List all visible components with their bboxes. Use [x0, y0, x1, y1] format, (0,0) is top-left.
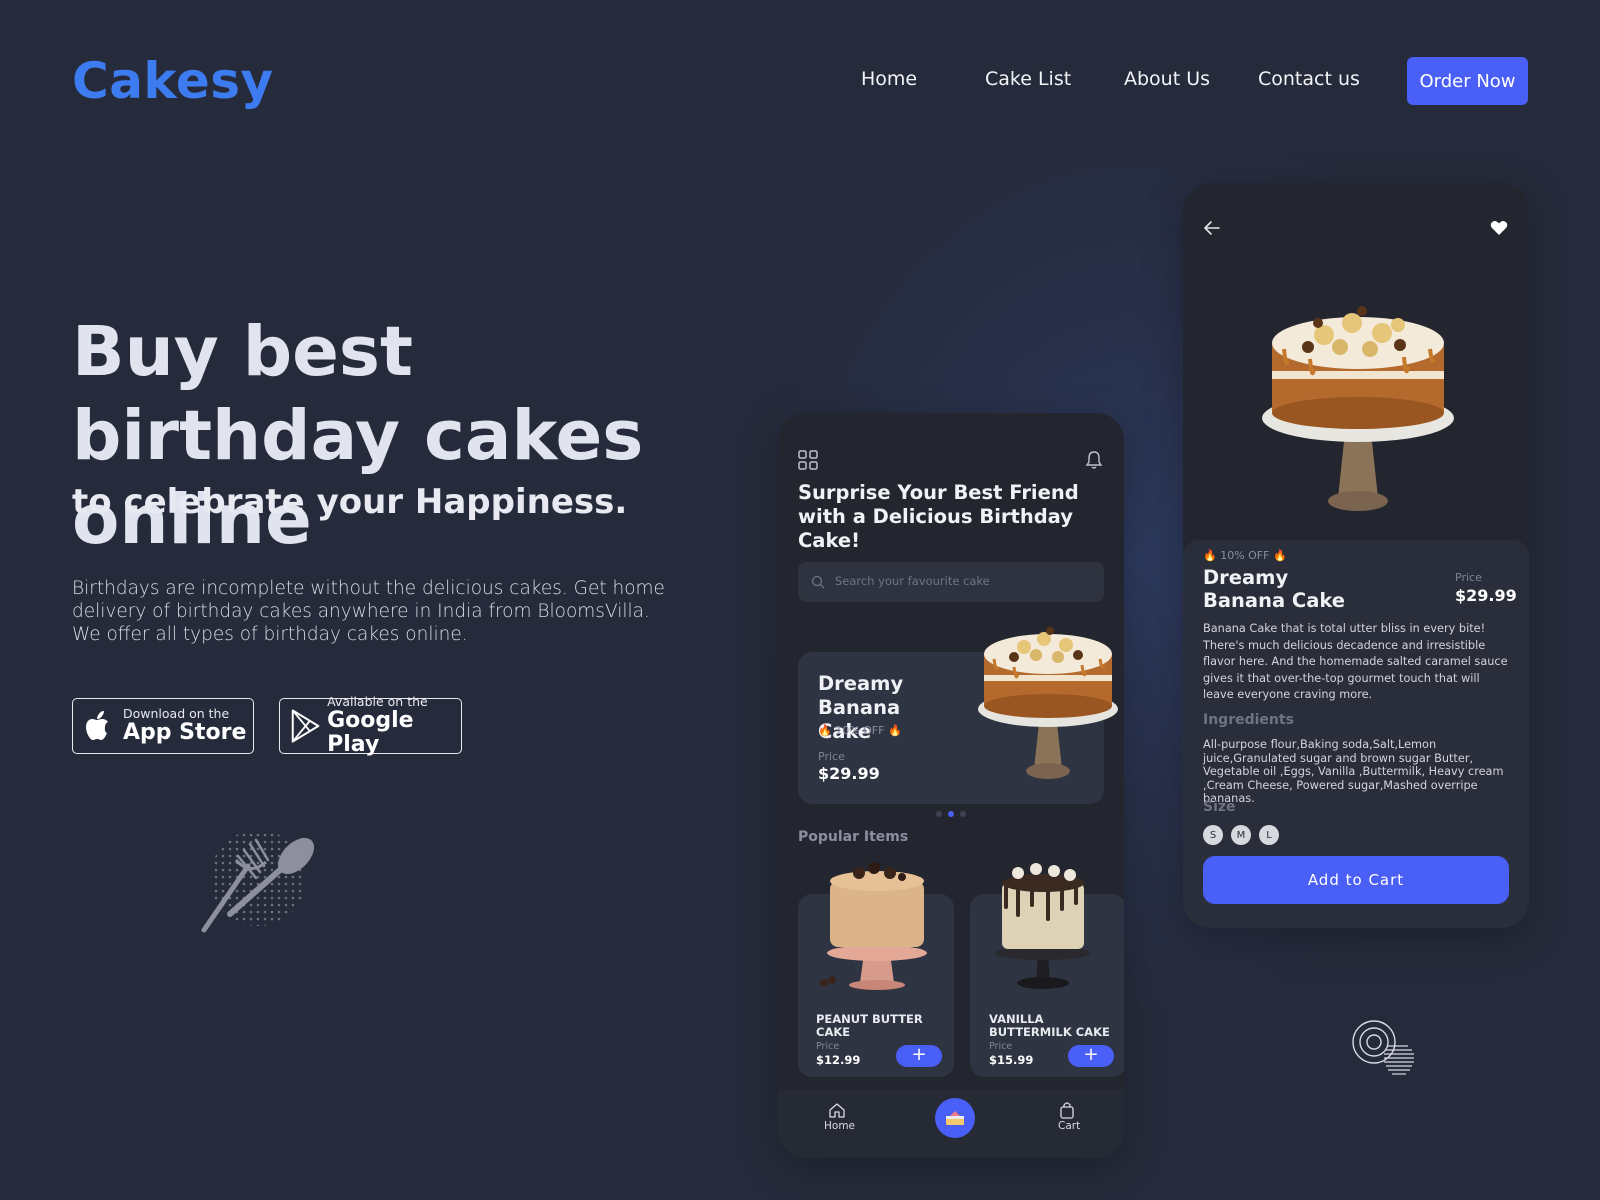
banana-cake-hero-image — [1262, 306, 1454, 511]
detail-description: Banana Cake that is total utter bliss in… — [1203, 622, 1508, 701]
detail-discount: 10% OFF — [1220, 549, 1270, 562]
google-play-small: Available on the — [327, 694, 428, 709]
google-play-big: Google Play — [327, 708, 414, 757]
featured-price-label: Price — [818, 750, 845, 763]
detail-price-label: Price — [1455, 571, 1482, 584]
app-store-small: Download on the — [123, 706, 230, 721]
cake-tab-button[interactable] — [935, 1098, 975, 1138]
decorative-rings-icon — [1352, 1020, 1414, 1075]
size-heading: Size — [1203, 799, 1236, 815]
search-input[interactable]: Search your favourite cake — [798, 562, 1104, 602]
ingredients-text: All-purpose flour,Baking soda,Salt,Lemon… — [1203, 738, 1504, 805]
size-option-l[interactable]: L — [1259, 825, 1279, 845]
flame-icon: 🔥 — [1203, 549, 1217, 562]
phone-detail-screen: 🔥 10% OFF 🔥 Dreamy Banana Cake Price $29… — [1183, 183, 1529, 928]
add-item-button[interactable]: + — [896, 1045, 942, 1067]
add-to-cart-button[interactable]: Add to Cart — [1203, 856, 1509, 904]
home-headline: Surprise Your Best Friend with a Delicio… — [798, 481, 1079, 552]
vanilla-buttermilk-cake-image — [995, 863, 1091, 989]
search-icon — [811, 575, 825, 589]
product-price-label: Price — [816, 1041, 840, 1052]
google-play-button[interactable]: Available on the Google Play — [279, 694, 462, 757]
heart-icon[interactable] — [1490, 220, 1508, 236]
featured-price: $29.99 — [818, 764, 880, 783]
bell-icon[interactable] — [1085, 450, 1103, 470]
nav-contact-us[interactable]: Contact us — [1258, 68, 1360, 90]
cake-icon — [946, 1111, 964, 1125]
flame-icon: 🔥 — [887, 724, 902, 737]
hero-title: Buy best birthday cakes online — [72, 312, 644, 560]
product-name: PEANUT BUTTER CAKE — [816, 1012, 923, 1039]
back-arrow-icon[interactable] — [1203, 220, 1221, 236]
app-store-big: App Store — [123, 720, 247, 745]
flame-icon: 🔥 — [818, 724, 832, 737]
add-item-button[interactable]: + — [1068, 1045, 1114, 1067]
logo[interactable]: Cakesy — [72, 52, 274, 110]
carousel-dot-2[interactable] — [948, 811, 954, 817]
fork-spoon-icon — [201, 830, 315, 933]
nav-about-us[interactable]: About Us — [1124, 68, 1210, 90]
product-name: VANILLA BUTTERMILK CAKE — [989, 1012, 1110, 1039]
grid-menu-icon[interactable] — [798, 450, 818, 470]
tab-cart-label[interactable]: Cart — [1058, 1120, 1080, 1132]
google-play-icon — [291, 709, 320, 743]
popular-heading: Popular Items — [798, 829, 909, 845]
nav-home[interactable]: Home — [861, 68, 917, 90]
banana-cake-image — [978, 627, 1118, 779]
app-store-button[interactable]: Download on the App Store — [72, 698, 254, 754]
product-price: $15.99 — [989, 1053, 1034, 1067]
apple-icon — [86, 711, 108, 740]
featured-discount-badge: 🔥 10% OFF 🔥 — [818, 724, 902, 737]
product-price-label: Price — [989, 1041, 1013, 1052]
flame-icon: 🔥 — [1272, 549, 1287, 562]
size-option-s[interactable]: S — [1203, 825, 1223, 845]
product-price: $12.99 — [816, 1053, 861, 1067]
home-icon[interactable] — [828, 1102, 846, 1118]
tab-home-label[interactable]: Home — [824, 1120, 855, 1132]
phone-home-screen: Surprise Your Best Friend with a Delicio… — [778, 413, 1124, 1158]
detail-discount-badge: 🔥 10% OFF 🔥 — [1203, 549, 1287, 562]
carousel-dot-3[interactable] — [960, 811, 966, 817]
peanut-butter-cake-image — [820, 862, 927, 990]
search-placeholder: Search your favourite cake — [835, 574, 990, 588]
cart-icon[interactable] — [1059, 1101, 1075, 1119]
detail-price: $29.99 — [1455, 586, 1517, 605]
ingredients-heading: Ingredients — [1203, 712, 1294, 728]
order-now-button[interactable]: Order Now — [1407, 57, 1528, 105]
hero-subtitle: to celebrate your Happiness. — [72, 482, 628, 522]
hero-description: Birthdays are incomplete without the del… — [72, 578, 665, 645]
carousel-dot-1[interactable] — [936, 811, 942, 817]
size-option-m[interactable]: M — [1231, 825, 1251, 845]
featured-discount: 10% OFF — [835, 724, 885, 737]
nav-cake-list[interactable]: Cake List — [985, 68, 1071, 90]
detail-name: Dreamy Banana Cake — [1203, 566, 1346, 612]
